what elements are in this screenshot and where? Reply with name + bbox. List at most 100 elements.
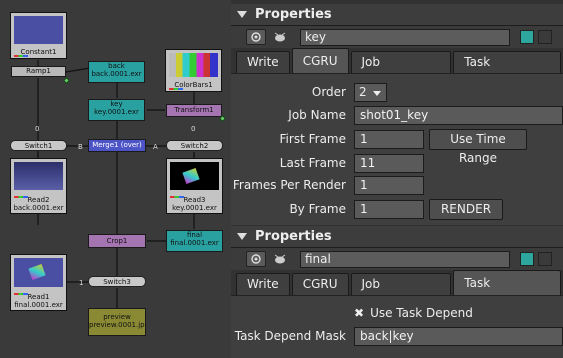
tab-cgru[interactable]: CGRU xyxy=(291,273,349,295)
job-name-label: Job Name xyxy=(288,108,346,122)
tab-task-parametrs[interactable]: Task Parametrs xyxy=(453,270,561,314)
node-label: Read1 xyxy=(27,293,50,301)
node-file: final.0001.exr xyxy=(14,301,63,309)
preview-write-node[interactable]: preview preview.0001.jpg xyxy=(88,308,146,336)
key-write-node[interactable]: key key.0001.exr xyxy=(88,99,145,121)
node-name-field[interactable]: final xyxy=(300,250,510,268)
constant1-thumbnail xyxy=(14,16,63,44)
node-color-swatch[interactable] xyxy=(520,30,534,44)
tab-task-parametrs[interactable]: Task Parametrs xyxy=(453,51,561,90)
order-label: Order xyxy=(311,85,346,99)
node-label: Read2 xyxy=(27,196,50,204)
final-write-node[interactable]: final final.0001.exr xyxy=(166,230,223,252)
tab-write[interactable]: Write xyxy=(236,51,290,73)
read1-thumbnail xyxy=(14,258,63,287)
read1-node[interactable]: Read1 final.0001.exr xyxy=(10,254,67,311)
node-label: Switch1 xyxy=(24,142,53,150)
target-icon xyxy=(251,254,261,264)
tab-cgru[interactable]: CGRU xyxy=(291,48,349,73)
switch2-node[interactable]: Switch2 xyxy=(166,140,223,151)
by-frame-input[interactable]: 1 xyxy=(354,199,424,219)
first-frame-label: First Frame xyxy=(279,132,346,146)
svg-text:1: 1 xyxy=(79,279,83,287)
node-file: preview.0001.jpg xyxy=(89,321,146,330)
properties-panel-final: Properties final Write CGRU Job Parametr… xyxy=(231,226,563,358)
node-label: Crop1 xyxy=(106,237,128,245)
crop1-node[interactable]: Crop1 xyxy=(88,234,146,248)
order-select[interactable]: 2 xyxy=(354,82,387,102)
bug-icon[interactable] xyxy=(270,29,290,45)
use-task-depend-label: Use Task Depend xyxy=(370,306,473,320)
colorbars1-node[interactable]: ColorBars1 xyxy=(165,49,222,92)
node-label: Switch3 xyxy=(103,278,131,286)
task-parametrs-tab-content: ✖ Use Task Depend Task Depend Mask back|… xyxy=(231,296,563,358)
target-icon xyxy=(251,32,261,42)
node-label: final xyxy=(186,231,203,239)
node-label: Switch2 xyxy=(180,142,209,150)
tab-bar: Write CGRU Job Parametrs Task Parametrs xyxy=(231,270,563,314)
last-frame-input[interactable]: 11 xyxy=(354,153,424,173)
properties-title: Properties xyxy=(255,7,332,22)
node-label: back xyxy=(108,62,125,70)
center-node-button[interactable] xyxy=(246,29,266,45)
frames-per-render-label: Frames Per Render xyxy=(232,178,346,192)
svg-text:0: 0 xyxy=(35,125,39,133)
collapse-arrow-icon[interactable] xyxy=(237,11,247,18)
node-label: Constant1 xyxy=(20,48,57,56)
bug-icon[interactable] xyxy=(270,251,290,267)
composite-graphic xyxy=(28,263,46,281)
read2-thumbnail xyxy=(14,162,63,190)
svg-text:0: 0 xyxy=(191,125,195,133)
svg-text:A: A xyxy=(153,143,158,151)
back-write-node[interactable]: back back.0001.exr xyxy=(88,61,145,83)
colorbars-thumbnail xyxy=(169,53,218,77)
node-file: key.0001.exr xyxy=(172,204,217,212)
ramp1-node[interactable]: Ramp1 xyxy=(11,66,66,77)
by-frame-label: By Frame xyxy=(289,202,346,216)
properties-title: Properties xyxy=(255,229,332,244)
transform1-node[interactable]: Transform1 xyxy=(166,104,222,117)
center-node-button[interactable] xyxy=(246,251,266,267)
properties-header[interactable]: Properties xyxy=(231,226,563,248)
job-name-input[interactable]: shot01_key xyxy=(354,105,563,125)
node-label: Transform1 xyxy=(174,106,214,114)
settings-swatch[interactable] xyxy=(538,252,552,266)
use-time-range-button[interactable]: Use Time Range xyxy=(429,128,527,165)
tab-bar: Write CGRU Job Parametrs Task Parametrs xyxy=(231,48,563,90)
node-label: ColorBars1 xyxy=(174,81,213,89)
node-toolbar: key xyxy=(231,26,563,48)
node-graph[interactable]: 0 0 B A 1 Constant1 Ramp1 back back.0001… xyxy=(0,0,231,358)
node-label: Ramp1 xyxy=(26,67,51,75)
transformed-bars-graphic xyxy=(182,167,200,185)
node-toolbar: final xyxy=(231,248,563,270)
frames-per-render-input[interactable]: 1 xyxy=(354,175,424,195)
properties-header[interactable]: Properties xyxy=(231,4,563,26)
tab-job-parametrs[interactable]: Job Parametrs xyxy=(350,273,452,312)
node-name-field[interactable]: key xyxy=(300,28,510,46)
collapse-arrow-icon[interactable] xyxy=(237,233,247,240)
tab-job-parametrs[interactable]: Job Parametrs xyxy=(350,51,452,90)
node-file: final.0001.exr xyxy=(170,239,219,248)
read3-node[interactable]: Read3 key.0001.exr xyxy=(166,158,223,214)
cgru-tab-content: Order 2 Job Name shot01_key First Frame … xyxy=(231,74,563,225)
node-label: preview xyxy=(103,313,131,321)
read2-node[interactable]: Read2 back.0001.exr xyxy=(10,158,67,214)
task-depend-mask-label: Task Depend Mask xyxy=(234,329,346,343)
node-label: Read3 xyxy=(183,196,206,204)
node-file: back.0001.exr xyxy=(91,70,142,79)
node-file: back.0001.exr xyxy=(13,204,64,212)
render-button[interactable]: RENDER xyxy=(429,198,503,220)
node-file: key.0001.exr xyxy=(94,108,139,117)
first-frame-input[interactable]: 1 xyxy=(354,129,424,149)
tab-write[interactable]: Write xyxy=(236,273,290,295)
svg-text:B: B xyxy=(78,143,83,151)
properties-panel-key: Properties key Write CGRU Job Parametrs … xyxy=(231,4,563,225)
task-depend-mask-input[interactable]: back|key xyxy=(354,326,563,346)
use-task-depend-checkbox[interactable]: ✖ xyxy=(354,306,364,320)
settings-swatch[interactable] xyxy=(538,30,552,44)
constant1-node[interactable]: Constant1 xyxy=(10,12,67,59)
switch1-node[interactable]: Switch1 xyxy=(10,140,67,151)
switch3-node[interactable]: Switch3 xyxy=(88,276,146,287)
node-color-swatch[interactable] xyxy=(520,252,534,266)
merge1-node[interactable]: Merge1 (over) xyxy=(88,139,146,152)
